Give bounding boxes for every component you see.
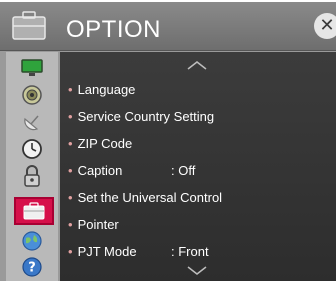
menu-item-value: : Off bbox=[171, 162, 196, 178]
header-bar: OPTION ✕ bbox=[0, 2, 336, 51]
menu-item-universal-control[interactable]: • Set the Universal Control bbox=[68, 187, 222, 207]
menu-item-label: Pointer bbox=[77, 216, 119, 232]
sidebar-item-support[interactable]: ? bbox=[6, 255, 58, 279]
menu-item-label: PJT Mode bbox=[77, 243, 137, 259]
menu-item-label: ZIP Code bbox=[77, 135, 133, 151]
menu-item-service-country[interactable]: • Service Country Setting bbox=[68, 106, 214, 126]
bullet: • bbox=[68, 81, 73, 97]
sidebar-item-lock[interactable] bbox=[6, 164, 58, 188]
bullet: • bbox=[68, 243, 73, 259]
bullet: • bbox=[68, 108, 73, 124]
chevron-up-icon[interactable] bbox=[182, 58, 212, 72]
speaker-icon bbox=[22, 85, 42, 105]
sidebar: ? bbox=[6, 52, 58, 281]
svg-text:?: ? bbox=[28, 261, 36, 276]
menu-item-pointer[interactable]: • Pointer bbox=[68, 214, 119, 234]
clock-icon bbox=[22, 139, 42, 159]
menu-item-zip-code[interactable]: • ZIP Code bbox=[68, 133, 132, 153]
menu-item-label: Service Country Setting bbox=[77, 108, 215, 124]
sidebar-item-setup[interactable] bbox=[6, 110, 58, 134]
bullet: • bbox=[68, 162, 73, 178]
menu-item-value: : Front bbox=[171, 243, 209, 259]
briefcase-icon bbox=[23, 202, 45, 220]
briefcase-icon bbox=[12, 11, 46, 40]
sidebar-item-option[interactable] bbox=[14, 197, 54, 225]
sidebar-item-picture[interactable] bbox=[6, 56, 58, 80]
lock-icon bbox=[24, 165, 40, 187]
help-icon: ? bbox=[22, 257, 42, 277]
menu-item-language[interactable]: • Language bbox=[68, 79, 135, 99]
menu-item-label: Language bbox=[77, 81, 136, 97]
menu-item-pjt-mode[interactable]: • PJT Mode : Front bbox=[68, 241, 328, 261]
sidebar-item-network[interactable] bbox=[6, 229, 58, 253]
monitor-icon bbox=[21, 59, 43, 76]
option-menu-panel: • Language • Service Country Setting • Z… bbox=[60, 52, 336, 281]
bullet: • bbox=[68, 216, 73, 232]
close-button[interactable]: ✕ bbox=[314, 13, 336, 39]
chevron-down-icon[interactable] bbox=[182, 264, 212, 278]
menu-item-label: Set the Universal Control bbox=[77, 189, 223, 205]
globe-icon bbox=[22, 231, 42, 251]
menu-item-caption[interactable]: • Caption : Off bbox=[68, 160, 328, 180]
menu-item-label: Caption bbox=[77, 162, 123, 178]
bullet: • bbox=[68, 135, 73, 151]
bullet: • bbox=[68, 189, 73, 205]
sidebar-item-time[interactable] bbox=[6, 137, 58, 161]
page-title: OPTION bbox=[66, 16, 162, 43]
satellite-dish-icon bbox=[24, 115, 39, 131]
sidebar-item-sound[interactable] bbox=[6, 83, 58, 107]
